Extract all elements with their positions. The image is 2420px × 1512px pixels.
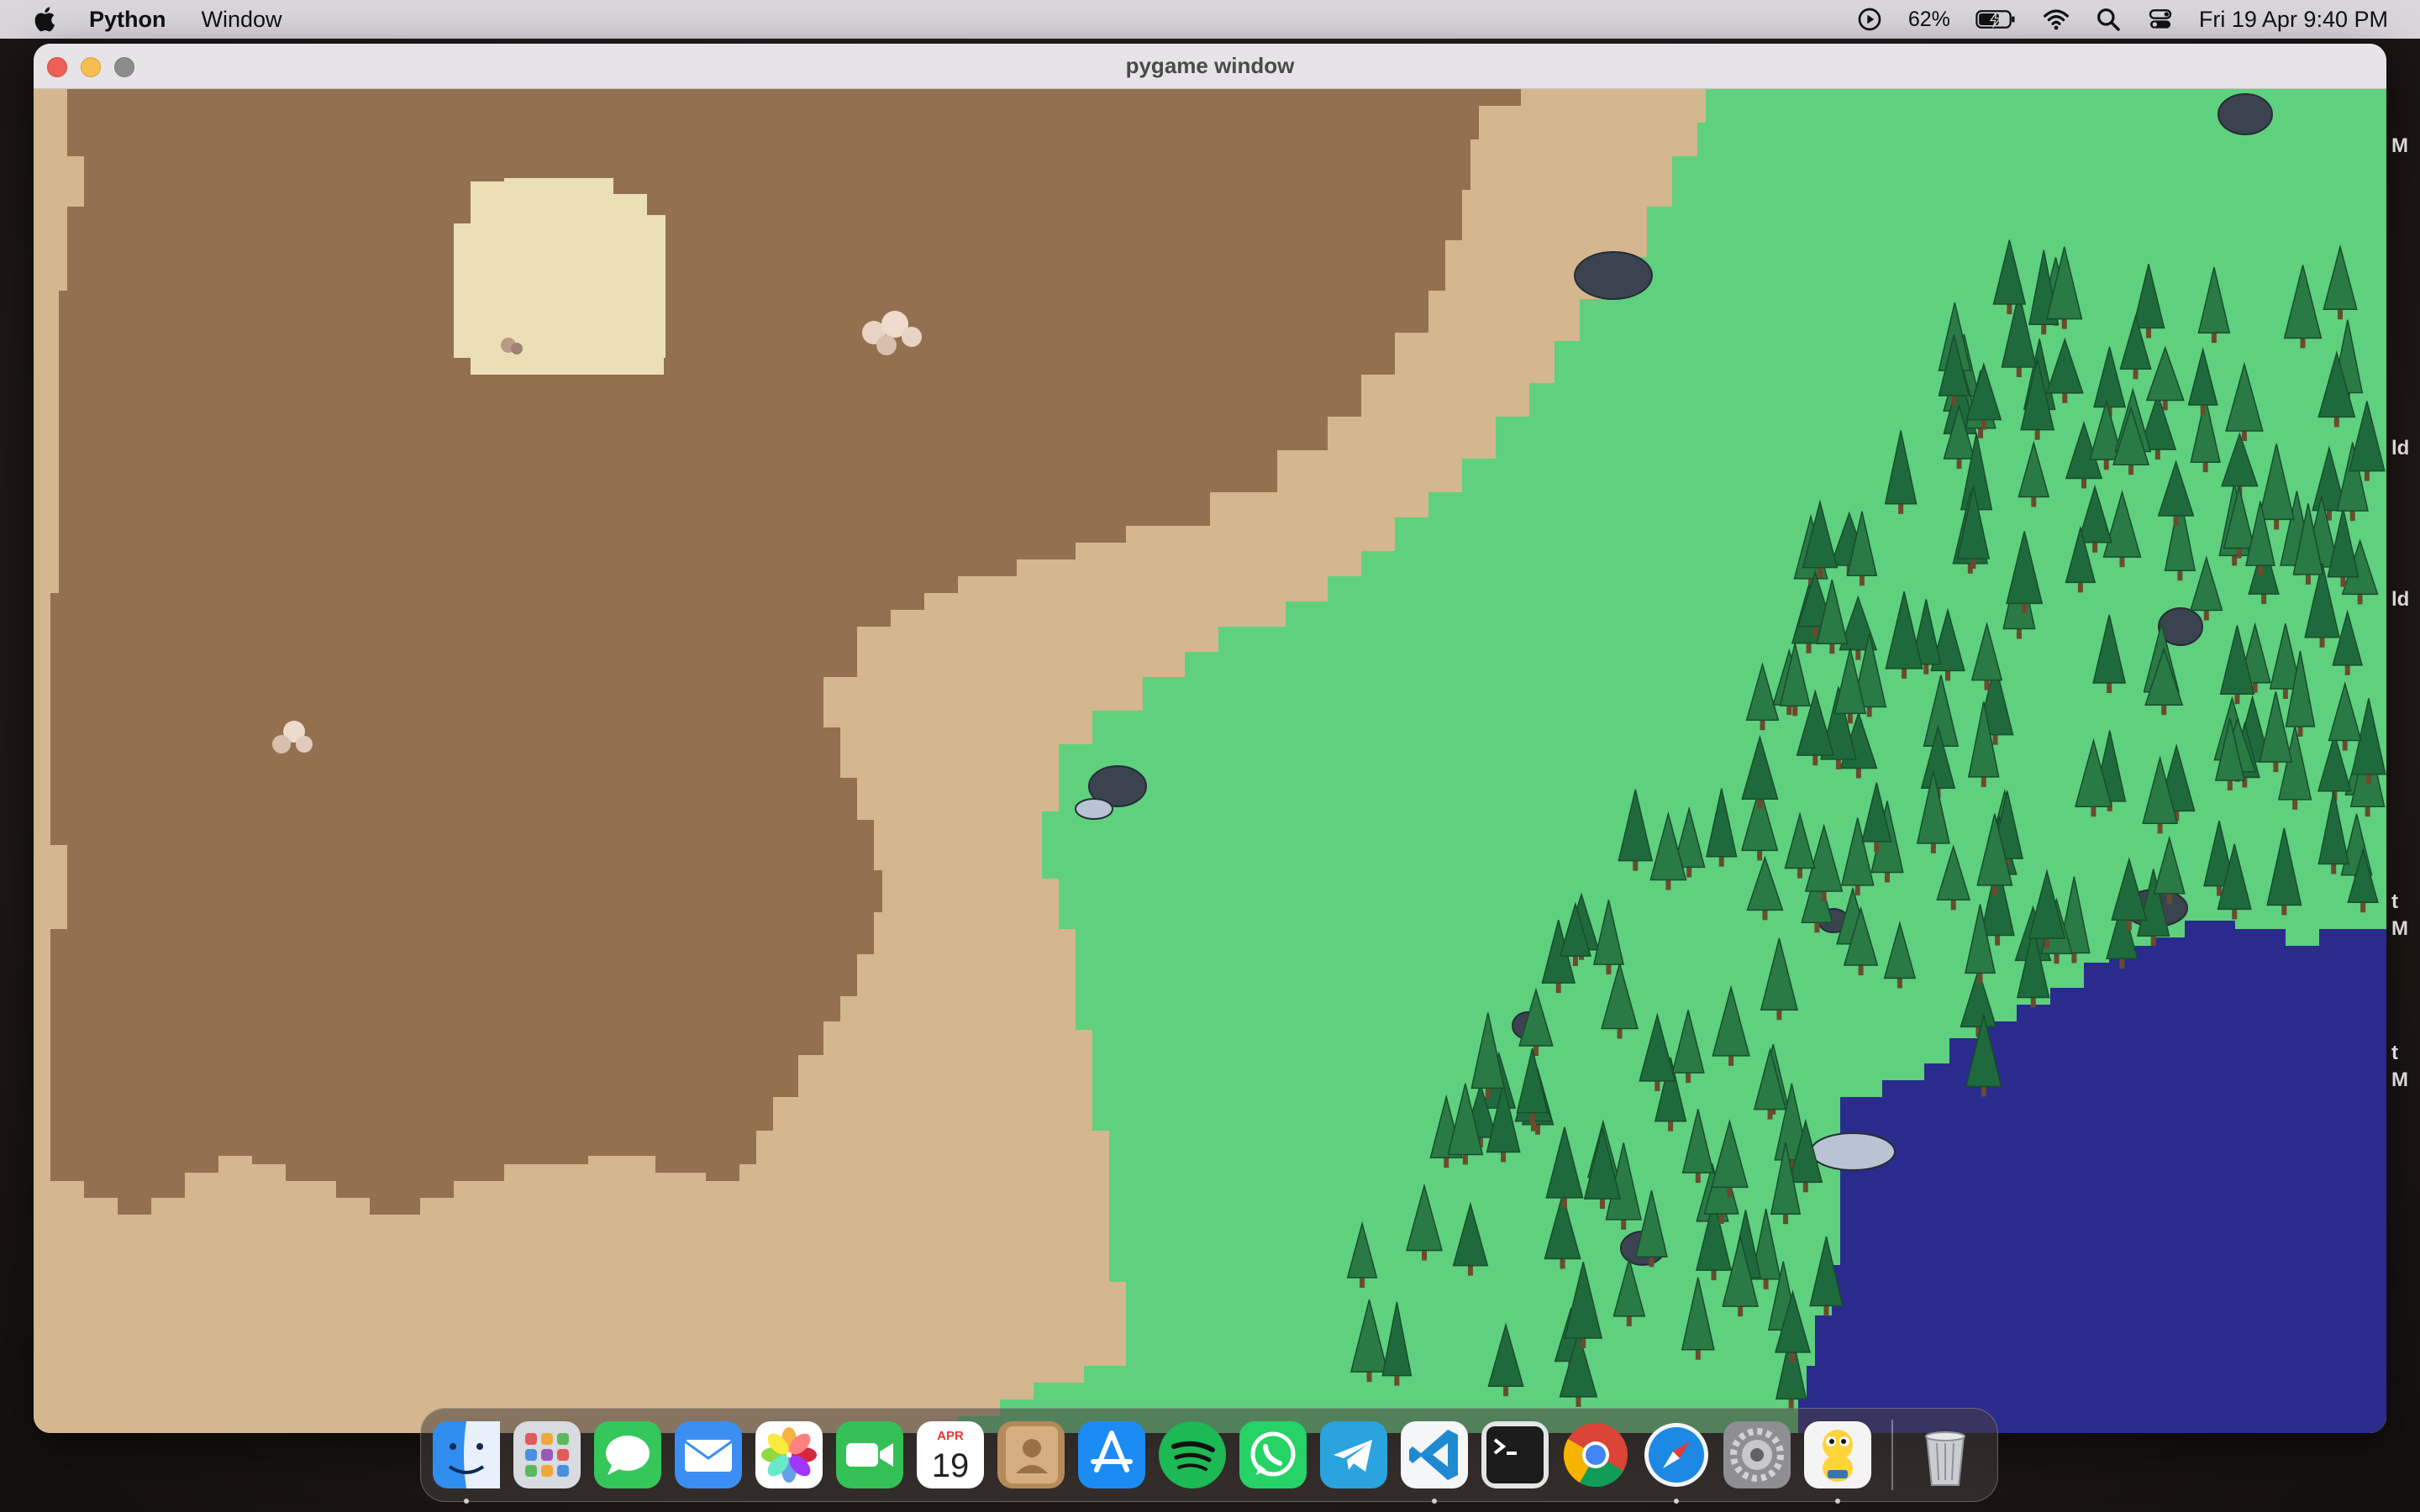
vscode-icon (1401, 1421, 1468, 1488)
background-window-text: ld (2391, 588, 2410, 611)
spotify-icon (1159, 1421, 1226, 1488)
window-minimize-button[interactable] (81, 57, 101, 77)
menu-window[interactable]: Window (202, 7, 282, 33)
python-launcher-icon (1804, 1421, 1871, 1488)
chrome-icon (1563, 1423, 1628, 1488)
background-window-text: t (2391, 1042, 2398, 1064)
now-playing-icon[interactable] (1856, 6, 1883, 33)
mail-icon (675, 1421, 742, 1488)
running-indicator (1432, 1499, 1437, 1504)
background-window-text: M (2391, 1068, 2408, 1091)
dock-spotify[interactable] (1157, 1420, 1228, 1490)
dock-finder[interactable] (431, 1420, 502, 1504)
apple-menu-icon[interactable] (32, 5, 60, 34)
dock-system-settings[interactable] (1722, 1420, 1792, 1490)
dock-safari[interactable] (1641, 1420, 1712, 1504)
background-window-text: t (2391, 890, 2398, 913)
safari-icon (1644, 1423, 1708, 1487)
window-title-bar[interactable]: pygame window (34, 44, 2386, 89)
status-area: 62% Fri 19 Apr 9:40 PM (1856, 0, 2388, 39)
pygame-window: pygame window (34, 44, 2386, 1433)
background-window-text: M (2391, 134, 2408, 157)
battery-percentage: 62% (1907, 7, 1950, 31)
finder-icon (433, 1421, 500, 1488)
running-indicator (1674, 1499, 1679, 1504)
dock-messages[interactable] (592, 1420, 663, 1490)
whatsapp-icon (1239, 1421, 1307, 1488)
dock-calendar[interactable]: APR 19 (915, 1420, 986, 1490)
messages-icon (594, 1421, 661, 1488)
photos-icon (755, 1421, 823, 1488)
window-close-button[interactable] (47, 57, 67, 77)
dock-contacts[interactable] (996, 1420, 1066, 1490)
window-title: pygame window (1125, 53, 1295, 78)
active-app-name[interactable]: Python (89, 7, 166, 33)
running-indicator (464, 1499, 469, 1504)
facetime-icon (836, 1421, 903, 1488)
trash-icon (1925, 1431, 1965, 1486)
dock-facetime[interactable] (834, 1420, 905, 1490)
dock-chrome[interactable] (1560, 1420, 1631, 1490)
app-store-icon (1078, 1421, 1145, 1488)
contacts-icon (997, 1421, 1065, 1488)
settings-icon (1723, 1421, 1791, 1488)
battery-charging-icon[interactable] (1975, 6, 2018, 33)
dock-telegram[interactable] (1318, 1420, 1389, 1490)
terminal-icon (1481, 1421, 1549, 1488)
background-window-text: ld (2391, 437, 2410, 459)
dock-app-store[interactable] (1076, 1420, 1147, 1490)
dock-vscode[interactable] (1399, 1420, 1470, 1504)
dock-launchpad[interactable] (512, 1420, 582, 1490)
window-zoom-button[interactable] (114, 57, 134, 77)
dock-photos[interactable] (754, 1420, 824, 1490)
running-indicator (1835, 1499, 1840, 1504)
spotlight-search-icon[interactable] (2095, 6, 2122, 33)
dock-python-launcher[interactable] (1802, 1420, 1873, 1504)
dock-terminal[interactable] (1480, 1420, 1550, 1490)
dock-whatsapp[interactable] (1238, 1420, 1308, 1490)
pale-sand-patch (454, 178, 666, 375)
game-canvas[interactable] (34, 89, 2386, 1433)
calendar-icon: APR 19 (917, 1421, 984, 1488)
dock: APR 19 (420, 1408, 1998, 1504)
dock-mail[interactable] (673, 1420, 744, 1490)
clock[interactable]: Fri 19 Apr 9:40 PM (2199, 7, 2388, 33)
wifi-icon[interactable] (2043, 6, 2070, 33)
menu-bar: Python Window 62% Fri 19 Apr 9:40 PM (0, 0, 2420, 39)
dock-trash[interactable] (1910, 1420, 1981, 1490)
calendar-day: 19 (932, 1447, 970, 1484)
telegram-icon (1320, 1421, 1387, 1488)
calendar-month: APR (937, 1429, 964, 1443)
dock-separator (1891, 1420, 1893, 1490)
launchpad-icon (513, 1421, 581, 1488)
background-window-text: M (2391, 917, 2408, 940)
control-center-icon[interactable] (2147, 6, 2174, 33)
